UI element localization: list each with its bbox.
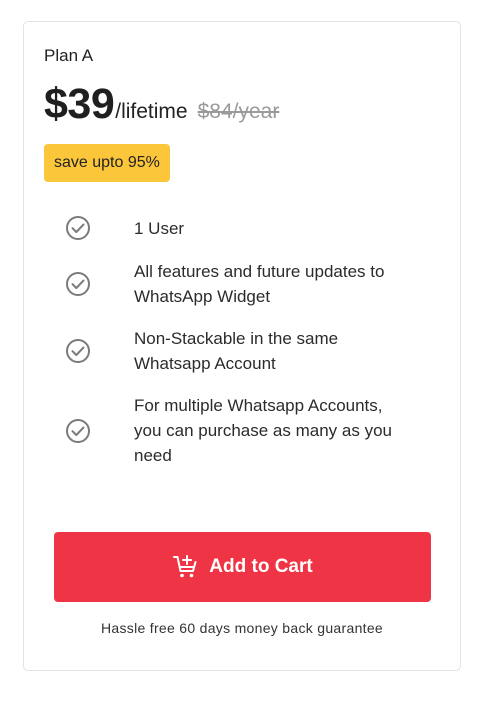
pricing-card: Plan A $39 /lifetime $84/year save upto … [23, 21, 461, 671]
add-to-cart-icon [172, 554, 198, 580]
feature-item: Non-Stackable in the same Whatsapp Accou… [64, 326, 444, 376]
price: $39 [44, 80, 115, 128]
price-period: /lifetime [115, 100, 188, 123]
feature-item: 1 User [64, 214, 444, 242]
guarantee-text: Hassle free 60 days money back guarantee [100, 620, 384, 636]
feature-text: For multiple Whatsapp Accounts, you can … [134, 396, 392, 465]
check-circle-icon [64, 337, 92, 365]
feature-item: All features and future updates to Whats… [64, 259, 444, 309]
check-circle-icon [64, 417, 92, 445]
price-row: $39 /lifetime $84/year [44, 80, 279, 129]
feature-text: All features and future updates to Whats… [134, 262, 385, 306]
feature-text: 1 User [134, 218, 185, 238]
old-price: $84/year [197, 100, 280, 123]
check-circle-icon [64, 214, 92, 242]
feature-text: Non-Stackable in the same Whatsapp Accou… [134, 329, 339, 373]
plan-name: Plan A [44, 46, 94, 65]
feature-list: 1 User All features and future updates t… [64, 214, 444, 485]
add-to-cart-button[interactable]: Add to Cart [54, 532, 431, 602]
check-circle-icon [64, 270, 92, 298]
add-to-cart-label: Add to Cart [209, 556, 313, 577]
save-badge: save upto 95% [44, 144, 170, 182]
feature-item: For multiple Whatsapp Accounts, you can … [64, 393, 444, 468]
